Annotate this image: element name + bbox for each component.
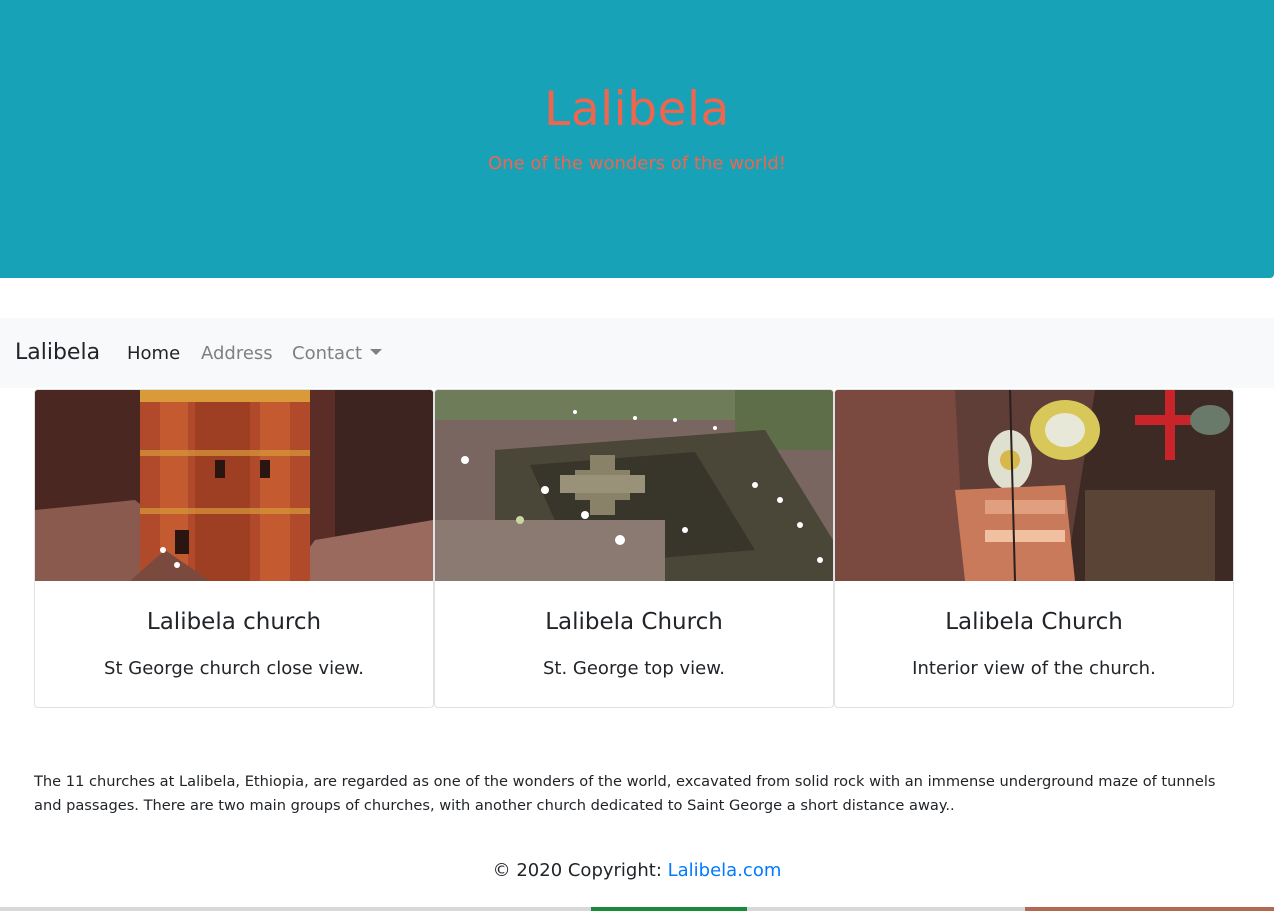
footer: © 2020 Copyright: Lalibela.com <box>0 860 1274 881</box>
card-text: Interior view of the church. <box>912 658 1156 679</box>
taskbar-strip-thumbnail <box>1025 907 1274 911</box>
navbar-brand[interactable]: Lalibela <box>15 340 100 365</box>
card-church-interior-view: Lalibela Church Interior view of the chu… <box>834 389 1234 708</box>
card-title: Lalibela Church <box>945 609 1123 635</box>
jumbotron-header: Lalibela One of the wonders of the world… <box>0 0 1274 278</box>
page-subtitle: One of the wonders of the world! <box>488 153 786 174</box>
card-image-church-close-view <box>35 390 433 581</box>
page-title: Lalibela <box>544 82 730 137</box>
card-text: St. George top view. <box>542 658 725 679</box>
taskbar-strip-green <box>591 907 747 911</box>
nav-link-contact-dropdown[interactable]: Contact <box>292 343 383 364</box>
nav-link-home[interactable]: Home <box>127 343 180 364</box>
card-image-church-interior-view <box>835 390 1233 581</box>
description-paragraph: The 11 churches at Lalibela, Ethiopia, a… <box>34 773 1216 814</box>
copyright-text: © 2020 Copyright: <box>492 860 668 881</box>
navbar <box>0 318 1274 388</box>
card-title: Lalibela church <box>146 609 322 635</box>
caret-down-icon <box>370 349 383 355</box>
footer-site-link[interactable]: Lalibela.com <box>668 860 782 881</box>
nav-link-contact-label: Contact <box>292 343 363 364</box>
card-text: St George church close view. <box>104 658 364 679</box>
card-image-church-top-view <box>435 390 833 581</box>
card-church-top-view: Lalibela Church St. George top view. <box>434 389 834 708</box>
card-title: Lalibela Church <box>545 609 723 635</box>
nav-link-address[interactable]: Address <box>201 343 273 364</box>
card-church-close-view: Lalibela church St George church close v… <box>34 389 434 708</box>
